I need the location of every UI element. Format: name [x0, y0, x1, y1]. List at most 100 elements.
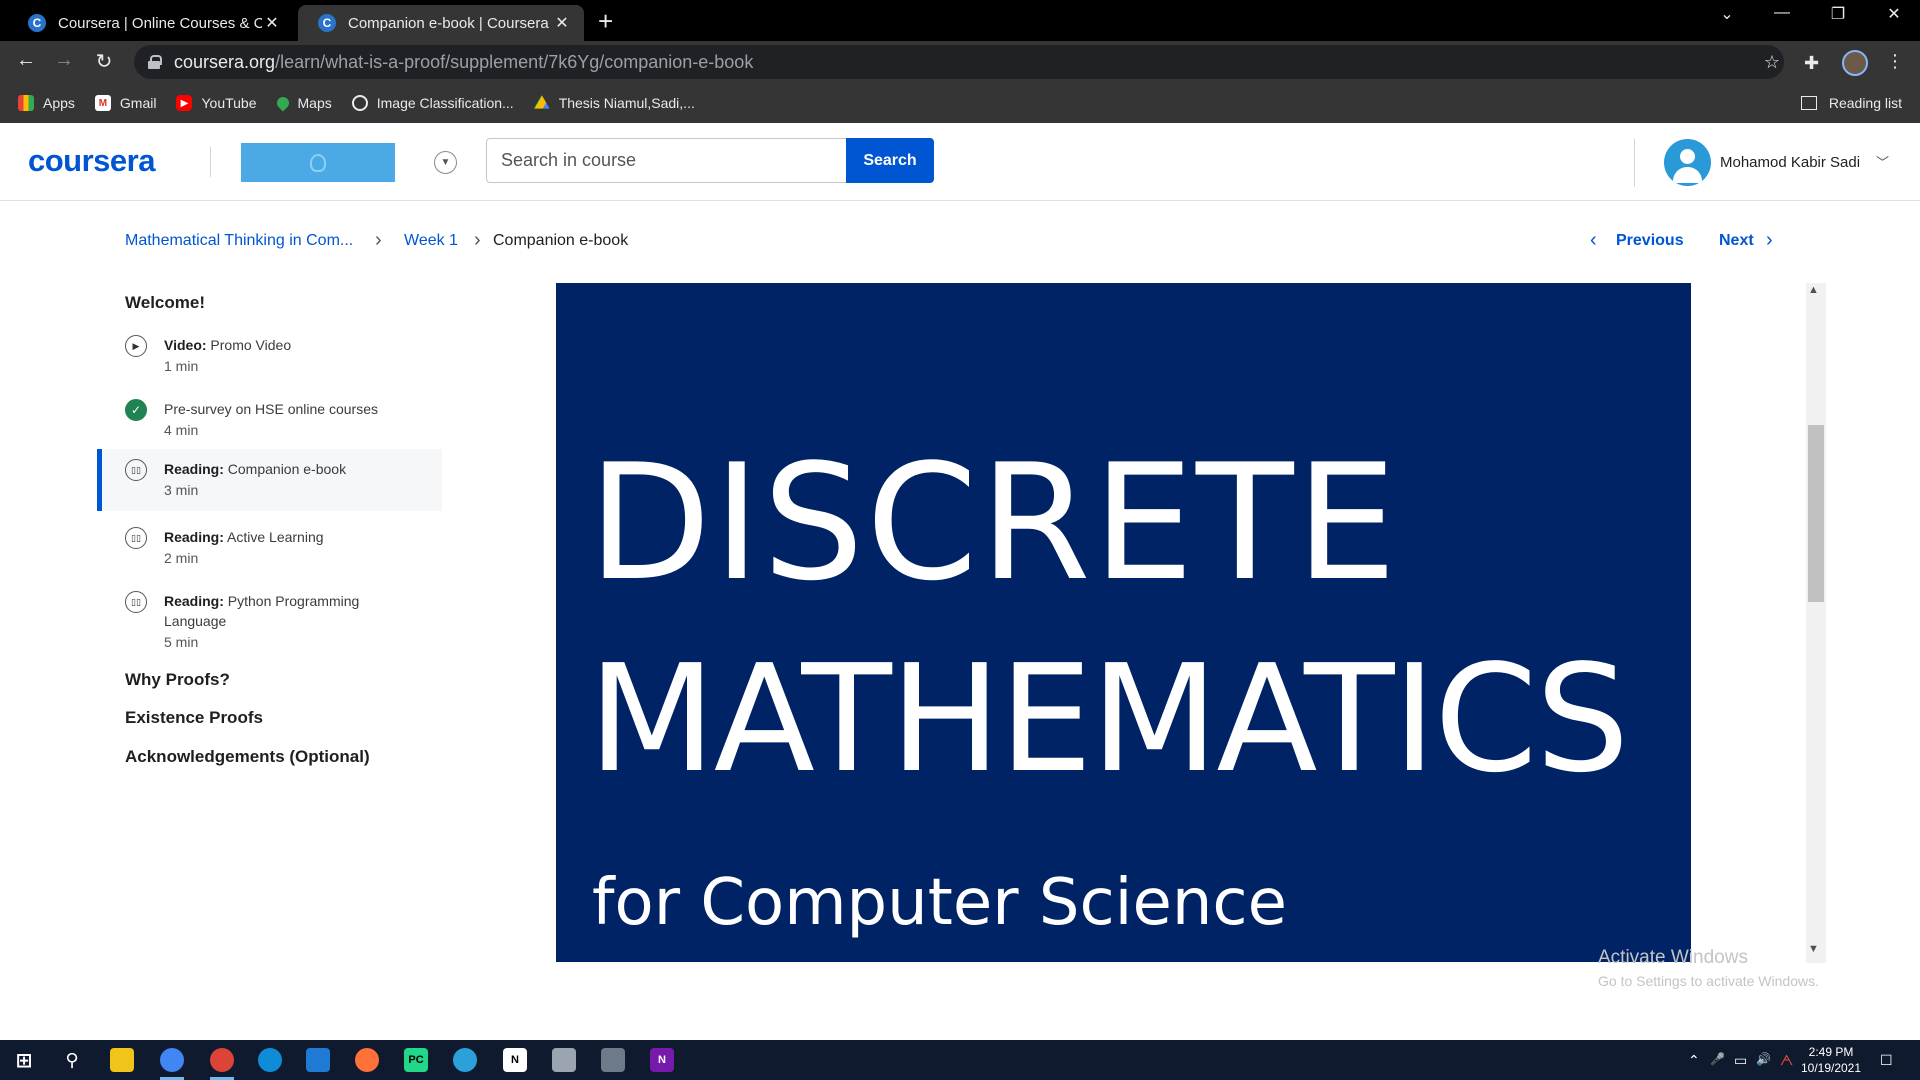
onenote-icon[interactable]: N	[650, 1048, 674, 1072]
telegram-icon[interactable]	[453, 1048, 477, 1072]
network-icon[interactable]: ▭	[1734, 1052, 1747, 1069]
chrome-menu-icon[interactable]: ⋮	[1886, 51, 1904, 72]
firefox-icon[interactable]	[355, 1048, 379, 1072]
new-tab-button[interactable]: +	[598, 8, 613, 34]
user-name[interactable]: Mohamod Kabir Sadi	[1720, 154, 1860, 171]
bookmark-youtube[interactable]: ▶ YouTube	[176, 95, 257, 111]
cover-subtitle: for Computer Science	[592, 866, 1287, 940]
tab-title: Coursera | Online Courses & Credentials	[58, 14, 262, 32]
bookmark-gmail[interactable]: M Gmail	[94, 95, 156, 111]
cover-title-line2: MATHEMATICS	[588, 633, 1629, 805]
forward-button[interactable]: →	[50, 49, 78, 72]
bookmark-apps[interactable]: Apps	[18, 95, 75, 111]
section-why-proofs[interactable]: Why Proofs?	[125, 670, 230, 690]
section-acknowledgements[interactable]: Acknowledgements (Optional)	[125, 747, 370, 767]
edge-icon[interactable]	[258, 1048, 282, 1072]
sidebar-item-active-learning[interactable]: ▯▯ Reading: Active Learning 2 min	[97, 520, 442, 582]
minimize-button[interactable]: —	[1762, 4, 1802, 22]
item-duration: 5 min	[164, 634, 199, 650]
screen-icon[interactable]	[552, 1048, 576, 1072]
check-icon: ✓	[125, 399, 147, 421]
chevron-right-icon: ›	[375, 229, 382, 251]
windows-start-icon[interactable]: ⊞	[12, 1048, 36, 1072]
chevron-left-icon[interactable]: ‹	[1590, 229, 1597, 252]
coursera-header: coursera ▼ Search in course Search Moham…	[0, 123, 1920, 201]
address-bar[interactable]: coursera.org/learn/what-is-a-proof/suppl…	[134, 45, 1784, 79]
browser-tab-strip: C Coursera | Online Courses & Credential…	[0, 0, 1920, 41]
close-tab-icon[interactable]: ✕	[262, 13, 282, 33]
bookmark-star-icon[interactable]: ☆	[1764, 52, 1780, 73]
sidebar-item-pre-survey[interactable]: ✓ Pre-survey on HSE online courses 4 min	[97, 392, 442, 454]
lock-icon[interactable]	[148, 55, 162, 69]
taskbar-clock[interactable]: 2:49 PM 10/19/2021	[1796, 1044, 1866, 1076]
user-avatar[interactable]	[1664, 139, 1711, 186]
coursera-logo[interactable]: coursera	[28, 143, 155, 179]
vscode-icon[interactable]	[306, 1048, 330, 1072]
chrome-profile-avatar[interactable]	[1842, 50, 1868, 76]
back-button[interactable]: ←	[12, 49, 40, 72]
sidebar-item-python-language[interactable]: ▯▯ Reading: Python Programming Language …	[97, 584, 442, 656]
calculator-icon[interactable]	[601, 1048, 625, 1072]
tab-title: Companion e-book | Coursera	[348, 14, 549, 32]
section-welcome[interactable]: Welcome!	[125, 293, 205, 313]
breadcrumb-course[interactable]: Mathematical Thinking in Com...	[125, 232, 353, 250]
activate-windows-subtitle: Go to Settings to activate Windows.	[1598, 973, 1819, 989]
file-explorer-icon[interactable]	[110, 1048, 134, 1072]
book-icon: ▯▯	[125, 527, 147, 549]
chevron-right-icon[interactable]: ›	[1766, 229, 1773, 252]
previous-button[interactable]: Previous	[1616, 232, 1684, 250]
scrollbar-thumb[interactable]	[1808, 425, 1824, 602]
item-duration: 1 min	[164, 358, 199, 374]
play-icon: ▶	[125, 335, 147, 357]
youtube-icon: ▶	[176, 95, 193, 111]
gmail-icon: M	[94, 95, 111, 111]
restore-button[interactable]: ❐	[1818, 4, 1858, 24]
partner-logo-banner[interactable]	[241, 143, 395, 182]
browser-tab-companion-ebook[interactable]: C Companion e-book | Coursera ✕	[298, 5, 584, 41]
bookmark-maps[interactable]: Maps	[274, 94, 332, 112]
scroll-up-arrow-icon[interactable]: ▲	[1808, 284, 1819, 296]
volume-icon[interactable]: 🔊	[1756, 1052, 1771, 1066]
reading-list-button[interactable]: Reading list	[1800, 83, 1902, 123]
scroll-down-arrow-icon[interactable]: ▼	[1808, 943, 1819, 955]
header-divider	[1634, 139, 1635, 187]
coursera-favicon-icon: C	[28, 14, 46, 32]
windows-taskbar: ⊞ ⚲ PC N N ⌃ 🎤 ▭ 🔊 ᗅ 2:49 PM 10/19/2021 …	[0, 1040, 1920, 1080]
sidebar-item-companion-ebook[interactable]: ▯▯ Reading: Companion e-book 3 min	[97, 449, 442, 511]
reload-button[interactable]: ↻	[90, 49, 118, 74]
pycharm-icon[interactable]: PC	[404, 1048, 428, 1072]
language-icon[interactable]: ᗅ	[1780, 1052, 1793, 1069]
item-duration: 3 min	[164, 482, 199, 498]
cover-title-line1: DISCRETE	[588, 429, 1399, 616]
chevron-down-icon[interactable]: ▼	[434, 151, 457, 174]
notion-icon[interactable]: N	[503, 1048, 527, 1072]
content-scrollbar[interactable]	[1806, 283, 1826, 963]
course-search-input[interactable]: Search in course	[486, 138, 846, 183]
coursera-favicon-icon: C	[318, 14, 336, 32]
next-button[interactable]: Next	[1719, 232, 1754, 250]
extensions-puzzle-icon[interactable]: ✚	[1804, 53, 1819, 74]
close-tab-icon[interactable]: ✕	[552, 13, 572, 33]
chevron-right-icon: ›	[474, 229, 481, 251]
reading-list-icon	[1800, 96, 1817, 110]
notifications-icon[interactable]: ☐	[1880, 1052, 1893, 1069]
search-icon[interactable]: ⚲	[60, 1048, 84, 1072]
section-existence-proofs[interactable]: Existence Proofs	[125, 708, 263, 728]
tab-search-chevron-icon[interactable]: ⌄	[1707, 4, 1747, 24]
globe-icon	[351, 95, 368, 111]
chrome-profile-icon[interactable]	[210, 1048, 234, 1080]
chrome-icon[interactable]	[160, 1048, 184, 1080]
sidebar-item-promo-video[interactable]: ▶ Video: Promo Video 1 min	[97, 328, 442, 390]
breadcrumb-week[interactable]: Week 1	[404, 232, 458, 250]
search-button[interactable]: Search	[846, 138, 934, 183]
url-text[interactable]: coursera.org/learn/what-is-a-proof/suppl…	[174, 52, 753, 73]
microphone-icon[interactable]: 🎤	[1710, 1052, 1725, 1066]
browser-tab-coursera-home[interactable]: C Coursera | Online Courses & Credential…	[8, 5, 294, 41]
breadcrumb-current: Companion e-book	[493, 232, 629, 249]
bookmark-thesis[interactable]: Thesis Niamul,Sadi,...	[533, 95, 695, 111]
book-icon: ▯▯	[125, 459, 147, 481]
tray-overflow-chevron-icon[interactable]: ⌃	[1688, 1052, 1700, 1069]
close-window-button[interactable]: ✕	[1874, 4, 1914, 24]
user-menu-chevron-icon[interactable]: ﹀	[1876, 152, 1889, 171]
bookmark-image-classification[interactable]: Image Classification...	[351, 95, 514, 111]
